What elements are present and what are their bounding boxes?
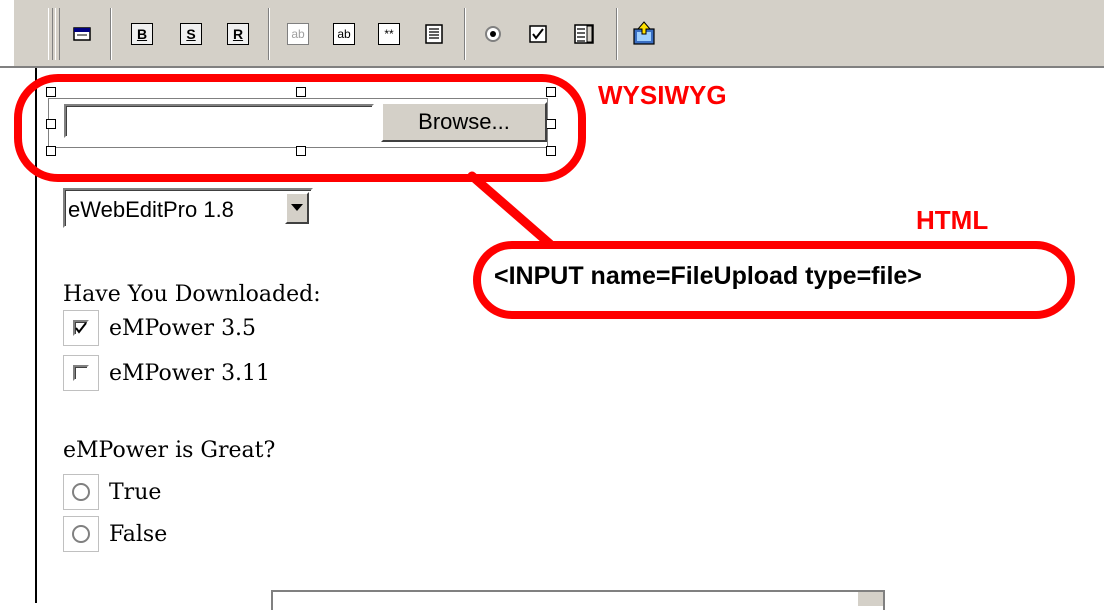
- password-field-button[interactable]: **: [373, 16, 405, 52]
- toolbar-left-edge: [0, 0, 14, 68]
- false-label: False: [109, 522, 168, 547]
- html-label: HTML: [916, 205, 989, 235]
- wysiwyg-highlight: [14, 74, 586, 182]
- false-radio[interactable]: [72, 525, 90, 543]
- textarea-button[interactable]: [418, 16, 450, 52]
- radio-icon: [485, 26, 501, 42]
- chevron-down-icon: [291, 204, 303, 211]
- reset-button-tool[interactable]: R: [222, 16, 254, 52]
- upload-button-tool[interactable]: [628, 16, 660, 52]
- toolbar-separator: [110, 8, 112, 60]
- radio-cell: [63, 474, 99, 510]
- radio-button-tool[interactable]: [477, 16, 509, 52]
- great-question: eMPower is Great?: [63, 438, 276, 463]
- text-field-button[interactable]: ab: [328, 16, 360, 52]
- checkbox-cell: [63, 355, 99, 391]
- checkbox-cell: [63, 310, 99, 346]
- list-box-icon: [574, 24, 594, 44]
- empower-35-checkbox[interactable]: [73, 320, 89, 336]
- toolbar-grip[interactable]: [55, 8, 60, 60]
- text-field-icon: ab: [333, 23, 355, 45]
- true-label: True: [109, 480, 162, 505]
- hidden-field-button[interactable]: ab: [282, 16, 314, 52]
- true-radio[interactable]: [72, 483, 90, 501]
- select-list-tool[interactable]: [568, 16, 600, 52]
- empower-35-label: eMPower 3.5: [109, 316, 257, 341]
- radio-cell: [63, 516, 99, 552]
- html-code-text: <INPUT name=FileUpload type=file>: [494, 262, 922, 290]
- listbox-scroll-button[interactable]: [858, 592, 883, 606]
- select-dropdown-button[interactable]: [285, 192, 309, 224]
- bold-button[interactable]: B: [126, 16, 158, 52]
- checkbox-tool[interactable]: [522, 16, 554, 52]
- upload-icon: [633, 21, 655, 45]
- toolbar-separator: [268, 8, 270, 60]
- toolbar-separator: [464, 8, 466, 60]
- toolbar-grip[interactable]: [48, 8, 53, 60]
- cut-button[interactable]: [66, 16, 98, 52]
- submit-button-tool[interactable]: S: [175, 16, 207, 52]
- toolbar-border: [0, 66, 1104, 68]
- frame-icon: [73, 27, 91, 41]
- bold-icon: B: [131, 23, 153, 45]
- password-field-icon: **: [378, 23, 400, 45]
- product-select-value: eWebEditPro 1.8: [68, 197, 234, 222]
- empower-311-label: eMPower 3.11: [109, 361, 271, 386]
- wysiwyg-label: WYSIWYG: [598, 80, 727, 110]
- submit-icon: S: [180, 23, 202, 45]
- empower-311-checkbox[interactable]: [73, 365, 89, 381]
- checkmark-icon: [75, 322, 87, 334]
- textarea-icon: [425, 24, 443, 44]
- toolbar-separator: [616, 8, 618, 60]
- checkbox-icon: [529, 25, 547, 43]
- hidden-field-icon: ab: [287, 23, 309, 45]
- callout-connector: [467, 171, 555, 249]
- downloads-question: Have You Downloaded:: [63, 282, 321, 307]
- reset-icon: R: [227, 23, 249, 45]
- listbox-partial[interactable]: [271, 590, 885, 610]
